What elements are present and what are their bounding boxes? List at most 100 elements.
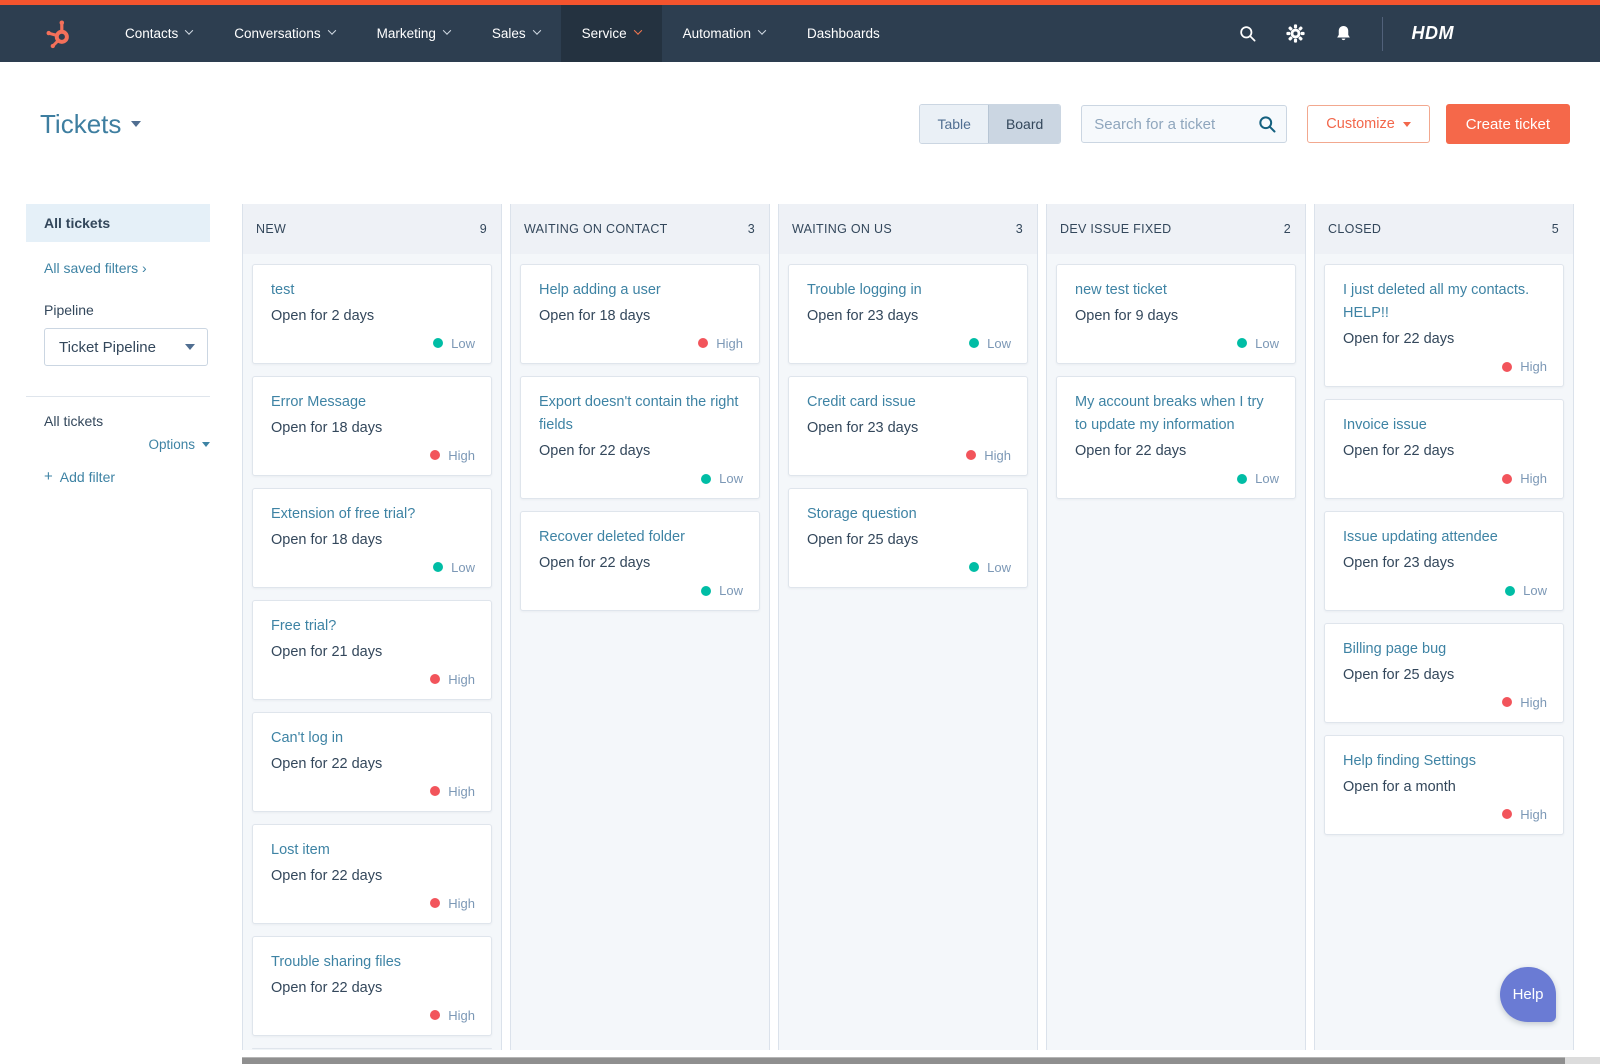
ticket-card[interactable]: Lost item Open for 22 days High — [252, 823, 492, 924]
ticket-title-link[interactable]: Free trial? — [271, 615, 475, 638]
column-name: NEW — [256, 222, 287, 236]
nav-item-conversations[interactable]: Conversations — [213, 5, 355, 62]
ticket-age: Open for 22 days — [271, 867, 383, 884]
ticket-card[interactable]: Export doesn't contain the right fields O… — [520, 375, 760, 500]
board-view-button[interactable]: Board — [987, 105, 1061, 143]
priority-dot — [430, 1010, 441, 1021]
board-column-closed: CLOSED 5 I just deleted all my contacts. H… — [1314, 204, 1574, 1050]
nav-item-sales[interactable]: Sales — [471, 5, 561, 62]
ticket-card[interactable]: Issue updating attendee Open for 23 days L… — [1324, 511, 1564, 611]
chevron-down-icon — [442, 26, 452, 35]
notifications-bell-icon[interactable] — [1334, 24, 1353, 43]
settings-gear-icon[interactable] — [1285, 24, 1305, 43]
all-saved-filters-link[interactable]: All saved filters › — [44, 260, 210, 276]
priority-dot — [433, 562, 444, 573]
column-name: WAITING ON US — [792, 222, 892, 236]
table-view-button[interactable]: Table — [920, 105, 988, 143]
ticket-card[interactable]: I just deleted all my contacts. HELP!! Op… — [1324, 264, 1564, 388]
ticket-priority: Low — [807, 560, 1011, 575]
ticket-priority: High — [271, 448, 475, 463]
nav-item-dashboards[interactable]: Dashboards — [786, 5, 901, 62]
ticket-title-link[interactable]: new test ticket — [1075, 279, 1279, 302]
ticket-title-link[interactable]: Trouble sharing files — [271, 951, 475, 974]
ticket-card[interactable]: Help finding Settings Open for a month Hig… — [1324, 734, 1564, 835]
ticket-title-link[interactable]: Help adding a user — [539, 279, 743, 302]
ticket-priority: High — [1343, 807, 1547, 822]
ticket-title-link[interactable]: Trouble logging in — [807, 279, 1011, 302]
options-row: Options — [26, 437, 210, 452]
ticket-card[interactable]: Help adding a user Open for 18 days High — [520, 264, 760, 364]
page-title-dropdown[interactable]: Tickets — [40, 108, 142, 140]
nav-item-marketing[interactable]: Marketing — [356, 5, 471, 62]
ticket-title-link[interactable]: Issue updating attendee — [1343, 526, 1547, 549]
ticket-card-partial[interactable] — [252, 1047, 492, 1049]
account-brand-label[interactable]: HDM — [1412, 23, 1575, 44]
ticket-card[interactable]: Storage question Open for 25 days Low — [788, 487, 1028, 588]
column-name: CLOSED — [1328, 222, 1382, 236]
chevron-down-icon — [185, 26, 194, 35]
customize-button[interactable]: Customize — [1307, 105, 1430, 143]
ticket-card[interactable]: test Open for 2 days Low — [252, 264, 492, 364]
ticket-card[interactable]: Recover deleted folder Open for 22 days Lo… — [520, 511, 760, 611]
search-icon[interactable] — [1238, 24, 1257, 43]
ticket-title-link[interactable]: Credit card issue — [807, 391, 1011, 414]
pipeline-select[interactable]: Ticket Pipeline — [44, 328, 208, 366]
ticket-age: Open for 18 days — [271, 420, 383, 437]
nav-item-automation[interactable]: Automation — [662, 5, 786, 62]
page-title: Tickets — [40, 108, 122, 139]
ticket-card[interactable]: Invoice issue Open for 22 days High — [1324, 399, 1564, 500]
ticket-title-link[interactable]: Invoice issue — [1343, 414, 1547, 437]
create-ticket-button[interactable]: Create ticket — [1445, 104, 1570, 144]
column-count: 9 — [479, 222, 487, 236]
priority-dot — [430, 898, 441, 909]
board-column-new: NEW 9 test Open for 2 days Low Error Message O… — [242, 204, 502, 1050]
ticket-card[interactable]: Trouble logging in Open for 23 days Low — [788, 264, 1028, 364]
nav-item-contacts[interactable]: Contacts — [104, 5, 213, 62]
ticket-age: Open for 23 days — [1343, 555, 1455, 572]
horizontal-scrollbar-thumb[interactable] — [242, 1057, 1565, 1064]
nav-right-tools: HDM — [1238, 16, 1575, 51]
ticket-priority: High — [1343, 471, 1547, 486]
add-filter-link[interactable]: + Add filter — [44, 468, 115, 485]
priority-label: Low — [451, 335, 475, 351]
ticket-card[interactable]: Credit card issue Open for 23 days High — [788, 375, 1028, 476]
ticket-title-link[interactable]: Error Message — [271, 391, 475, 414]
column-count: 3 — [747, 222, 755, 236]
ticket-card[interactable]: My account breaks when I try to update m… — [1056, 375, 1296, 500]
ticket-title-link[interactable]: Help finding Settings — [1343, 750, 1547, 773]
ticket-priority: Low — [1075, 336, 1279, 351]
ticket-card[interactable]: Trouble sharing files Open for 22 days Hig… — [252, 935, 492, 1036]
ticket-card[interactable]: Extension of free trial? Open for 18 days… — [252, 487, 492, 588]
chevron-down-icon — [327, 26, 336, 35]
ticket-age: Open for 21 days — [271, 644, 383, 660]
search-icon[interactable] — [1257, 114, 1277, 134]
help-button[interactable]: Help — [1500, 967, 1556, 1022]
ticket-card[interactable]: new test ticket Open for 9 days Low — [1056, 264, 1296, 364]
nav-item-service[interactable]: Service — [560, 5, 662, 62]
ticket-title-link[interactable]: Export doesn't contain the right fields — [539, 391, 743, 437]
ticket-card[interactable]: Error Message Open for 18 days High — [252, 375, 492, 476]
ticket-priority: High — [271, 672, 475, 687]
ticket-card[interactable]: Billing page bug Open for 25 days High — [1324, 623, 1564, 723]
hubspot-sprocket-logo-icon[interactable] — [44, 19, 74, 49]
ticket-title-link[interactable]: Lost item — [271, 839, 475, 862]
ticket-title-link[interactable]: Can't log in — [271, 727, 475, 750]
ticket-title-link[interactable]: Recover deleted folder — [539, 526, 743, 549]
ticket-card[interactable]: Can't log in Open for 22 days High — [252, 711, 492, 812]
sidebar-item-all-tickets[interactable]: All tickets — [26, 204, 210, 242]
ticket-age: Open for 18 days — [539, 308, 651, 325]
ticket-title-link[interactable]: I just deleted all my contacts. HELP!! — [1343, 279, 1547, 325]
nav-item-label: Dashboards — [806, 26, 880, 41]
ticket-title-link[interactable]: Extension of free trial? — [271, 503, 475, 526]
ticket-age: Open for 25 days — [1343, 667, 1455, 684]
nav-item-label: Sales — [491, 26, 526, 41]
ticket-title-link[interactable]: My account breaks when I try to update m… — [1075, 391, 1279, 437]
ticket-title-link[interactable]: Storage question — [807, 503, 1011, 526]
priority-dot — [969, 562, 980, 573]
priority-label: Low — [719, 583, 743, 598]
ticket-priority: Low — [807, 336, 1011, 351]
ticket-title-link[interactable]: Billing page bug — [1343, 638, 1547, 661]
options-dropdown[interactable]: Options — [148, 437, 210, 452]
ticket-title-link[interactable]: test — [271, 279, 475, 302]
ticket-card[interactable]: Free trial? Open for 21 days High — [252, 599, 492, 700]
